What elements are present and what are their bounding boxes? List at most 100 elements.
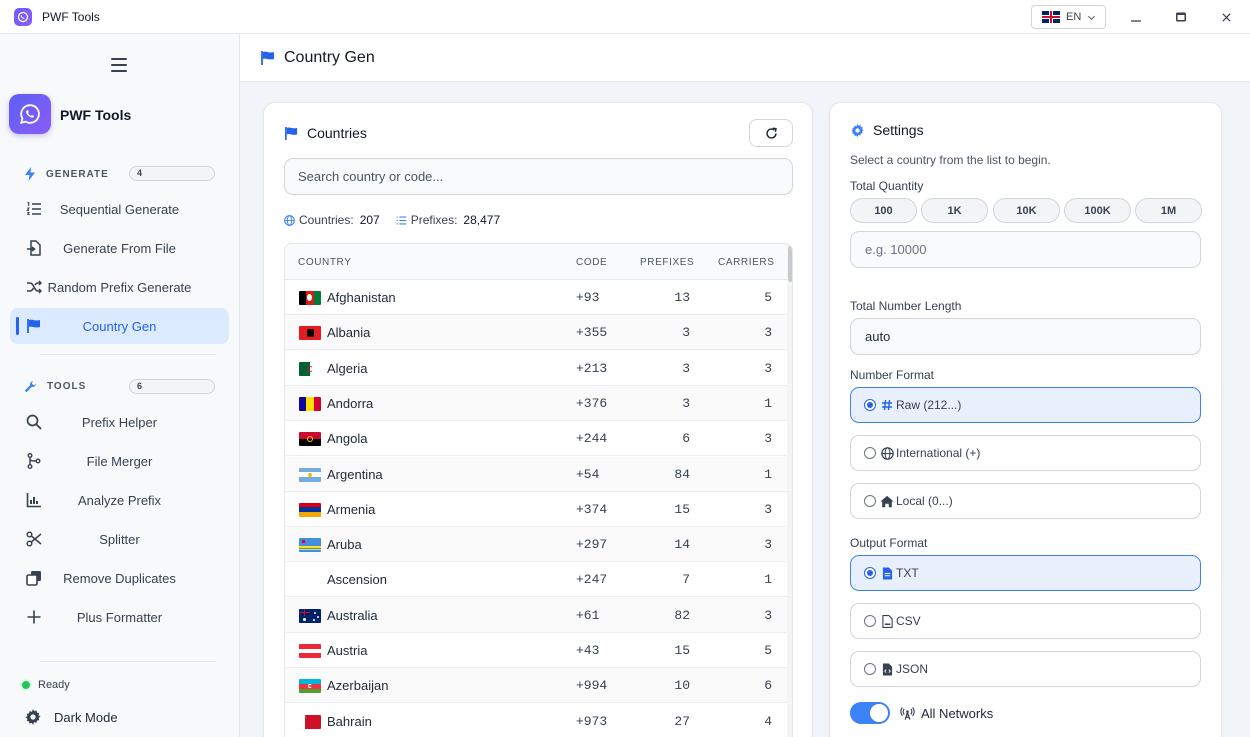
col-prefixes[interactable]: PREFIXES (640, 257, 694, 268)
col-carriers[interactable]: CARRIERS (718, 257, 774, 268)
all-networks-label: All Networks (921, 706, 994, 721)
flag-icon (261, 50, 274, 65)
countries-title: Countries (307, 125, 367, 141)
number-format-raw[interactable]: Raw (212...) (850, 387, 1201, 423)
table-row[interactable]: Andorra +376 3 1 (285, 385, 787, 421)
nav-country-gen[interactable]: Country Gen (10, 308, 229, 344)
quantity-preset-100[interactable]: 100 (850, 198, 917, 223)
output-format-csv-label: CSV (896, 614, 921, 628)
country-search-input[interactable] (284, 158, 793, 195)
radio-button[interactable] (864, 663, 876, 675)
quantity-preset-1m[interactable]: 1M (1135, 198, 1202, 223)
country-name: Bahrain (327, 713, 372, 729)
output-format-json[interactable]: JSON (850, 651, 1201, 687)
table-row[interactable]: Azerbaijan +994 10 6 (285, 668, 787, 704)
table-row[interactable]: Armenia +374 15 3 (285, 492, 787, 527)
nav-analyze-prefix[interactable]: Analyze Prefix (10, 482, 229, 518)
quantity-input[interactable] (850, 231, 1201, 268)
col-code[interactable]: CODE (576, 257, 607, 268)
prefix-count: 13 (674, 290, 690, 305)
prefix-count: 10 (674, 678, 690, 694)
output-format-label: Output Format (850, 536, 928, 550)
quantity-preset-1k[interactable]: 1K (921, 198, 988, 223)
list-icon (396, 215, 407, 225)
prefix-count: 7 (682, 572, 690, 588)
all-networks-toggle[interactable] (850, 702, 890, 724)
settings-card-header: Settings (850, 122, 924, 138)
nav-file-merger[interactable]: File Merger (10, 443, 229, 479)
file-text-icon (880, 566, 894, 580)
radio-button[interactable] (864, 615, 876, 627)
table-row[interactable]: Argentina +54 84 1 (285, 456, 787, 492)
all-networks: All Networks (900, 706, 993, 721)
settings-card: Settings Select a country from the list … (829, 102, 1222, 737)
country-flag-icon (299, 467, 321, 482)
flag-icon (285, 126, 298, 140)
dark-mode-label: Dark Mode (54, 709, 118, 725)
nav-random-prefix-generate[interactable]: Random Prefix Generate (10, 269, 229, 305)
table-row[interactable]: Australia +61 82 3 (285, 597, 787, 633)
carrier-count: 1 (764, 466, 772, 482)
country-flag-icon (299, 644, 321, 658)
page-title: Country Gen (284, 48, 375, 66)
table-row[interactable]: Aruba +297 14 3 (285, 527, 787, 563)
table-row[interactable]: Ascension +247 7 1 (285, 562, 787, 598)
antenna-icon (900, 707, 915, 720)
table-scrollbar[interactable] (787, 244, 792, 737)
country-name: Azerbaijan (327, 678, 389, 694)
carrier-count: 1 (764, 572, 772, 588)
number-format-international[interactable]: International (+) (850, 435, 1201, 471)
country-name: Albania (327, 325, 371, 341)
output-format-csv[interactable]: CSV (850, 603, 1201, 639)
whatsapp-icon (20, 104, 40, 124)
countries-count-value: 207 (359, 213, 380, 227)
quantity-preset-100k[interactable]: 100K (1064, 198, 1131, 223)
search-icon (24, 412, 44, 432)
maximize-button[interactable] (1172, 8, 1190, 26)
table-row[interactable]: Angola +244 6 3 (285, 421, 787, 457)
minimize-button[interactable] (1127, 8, 1145, 26)
language-selector[interactable]: EN (1031, 5, 1106, 29)
table-row[interactable]: Albania +355 3 3 (285, 315, 787, 351)
plus-icon (24, 607, 44, 627)
number-format-local[interactable]: Local (0...) (850, 483, 1201, 519)
scrollbar-thumb[interactable] (788, 246, 792, 282)
nav-generate-from-file[interactable]: Generate From File (10, 230, 229, 266)
close-button[interactable] (1217, 8, 1235, 26)
nav-prefix-helper[interactable]: Prefix Helper (10, 404, 229, 440)
radio-button[interactable] (864, 447, 876, 459)
nav-remove-duplicates[interactable]: Remove Duplicates (10, 560, 229, 596)
gear-icon (25, 709, 41, 725)
nav-plus-formatter[interactable]: Plus Formatter (10, 599, 229, 635)
settings-hint: Select a country from the list to begin. (850, 153, 1051, 167)
prefix-count: 15 (674, 501, 690, 517)
country-name: Algeria (327, 360, 368, 376)
radio-button[interactable] (864, 399, 876, 411)
refresh-button[interactable] (749, 119, 793, 147)
table-row[interactable]: Bahrain +973 27 4 (285, 704, 787, 737)
language-code: EN (1066, 11, 1082, 23)
country-flag-icon (299, 502, 321, 517)
total-quantity-label: Total Quantity (850, 179, 924, 193)
number-format-local-label: Local (0...) (896, 494, 953, 508)
maximize-icon (1176, 12, 1186, 22)
countries-count-label: Countries: (299, 213, 354, 227)
table-row[interactable]: Algeria +213 3 3 (285, 351, 787, 386)
output-format-txt[interactable]: TXT (850, 555, 1201, 591)
dark-mode-toggle[interactable]: Dark Mode (24, 708, 118, 726)
country-name: Armenia (327, 501, 376, 517)
menu-toggle-icon[interactable] (111, 58, 127, 72)
radio-button[interactable] (864, 495, 876, 507)
number-length-input[interactable] (850, 318, 1201, 355)
nav-splitter[interactable]: Splitter (10, 521, 229, 557)
table-row[interactable]: Austria +43 15 5 (285, 633, 787, 668)
radio-button[interactable] (864, 567, 876, 579)
country-code: +43 (576, 643, 600, 658)
hash-icon (880, 398, 894, 412)
table-row[interactable]: Afghanistan +93 13 5 (285, 280, 787, 315)
quantity-preset-10k[interactable]: 10K (993, 198, 1060, 223)
merge-icon (24, 451, 44, 471)
nav-sequential-generate[interactable]: Sequential Generate (10, 191, 229, 227)
prefix-count: 15 (674, 643, 690, 658)
col-country[interactable]: COUNTRY (298, 257, 351, 268)
